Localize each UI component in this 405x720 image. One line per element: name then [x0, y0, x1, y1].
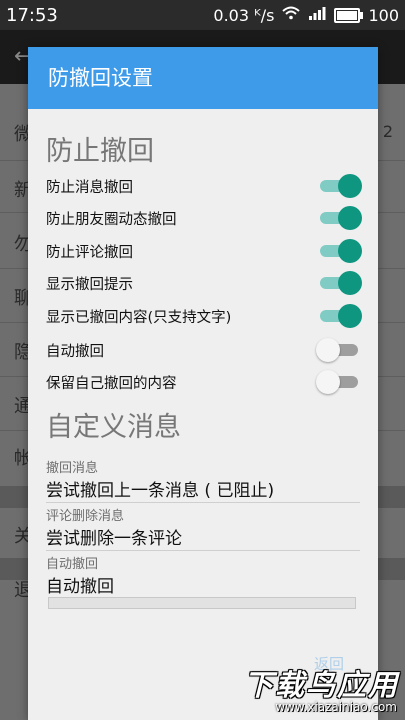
- pref-show-recalled-content[interactable]: 显示已撤回内容(只支持文字): [46, 300, 362, 332]
- toggle-switch[interactable]: [316, 271, 362, 295]
- pref-show-recall-tip[interactable]: 显示撤回提示: [46, 267, 362, 299]
- pref-label: 自动撤回: [46, 344, 104, 360]
- toggle-switch[interactable]: [316, 304, 362, 328]
- comment-delete-message-input[interactable]: 尝试删除一条评论: [46, 524, 360, 549]
- anti-recall-settings-dialog: 防撤回设置 防止撤回 防止消息撤回 防止朋友圈动态撤回 防止评论撤回 显示撤回提…: [28, 47, 378, 720]
- pref-label: 防止消息撤回: [46, 180, 133, 196]
- recall-message-input[interactable]: 尝试撤回上一条消息 ( 已阻止): [46, 476, 360, 501]
- status-icons: 0.03 ᴷ/s 100: [213, 6, 399, 25]
- toggle-switch[interactable]: [316, 174, 362, 198]
- battery-icon: [334, 7, 364, 23]
- field-label: 评论删除消息: [46, 509, 125, 524]
- divider: [46, 550, 360, 551]
- pref-label: 显示撤回提示: [46, 277, 133, 293]
- pref-label: 显示已撤回内容(只支持文字): [46, 310, 232, 326]
- auto-recall-message-input[interactable]: 自动撤回: [46, 572, 360, 597]
- bg-item-value: 2: [382, 122, 393, 141]
- watermark-url: www.xiazainiao.com: [275, 700, 397, 714]
- section-title-custom-message: 自定义消息: [46, 412, 181, 443]
- field-label: 自动撤回: [46, 557, 99, 572]
- toggle-switch[interactable]: [316, 370, 362, 394]
- pref-prevent-comment-recall[interactable]: 防止评论撤回: [46, 235, 362, 267]
- field-label: 撤回消息: [46, 461, 99, 476]
- scroll-indicator: [48, 597, 356, 609]
- pref-prevent-message-recall[interactable]: 防止消息撤回: [46, 170, 362, 202]
- toggle-switch[interactable]: [316, 338, 362, 362]
- toggle-switch[interactable]: [316, 206, 362, 230]
- dialog-title: 防撤回设置: [28, 47, 378, 109]
- section-title-prevent-recall: 防止撤回: [46, 136, 154, 167]
- watermark-logo: 下载鸟应用 www.xiazainiao.com: [239, 662, 399, 718]
- watermark-text: 下载鸟应用: [243, 668, 399, 702]
- network-speed: 0.03 ᴷ/s: [213, 5, 275, 25]
- wifi-icon: [282, 6, 301, 24]
- toggle-switch[interactable]: [316, 239, 362, 263]
- status-bar: 17:53 0.03 ᴷ/s 100: [0, 0, 405, 30]
- pref-label: 防止评论撤回: [46, 245, 133, 261]
- status-time: 17:53: [6, 4, 58, 26]
- pref-label: 保留自己撤回的内容: [46, 376, 177, 392]
- signal-icon: [308, 6, 326, 24]
- divider: [46, 502, 360, 503]
- pref-keep-own-recalled[interactable]: 保留自己撤回的内容: [46, 366, 362, 398]
- pref-prevent-moments-recall[interactable]: 防止朋友圈动态撤回: [46, 202, 362, 234]
- pref-auto-recall[interactable]: 自动撤回: [46, 334, 362, 366]
- battery-level: 100: [368, 5, 399, 25]
- pref-label: 防止朋友圈动态撤回: [46, 212, 177, 228]
